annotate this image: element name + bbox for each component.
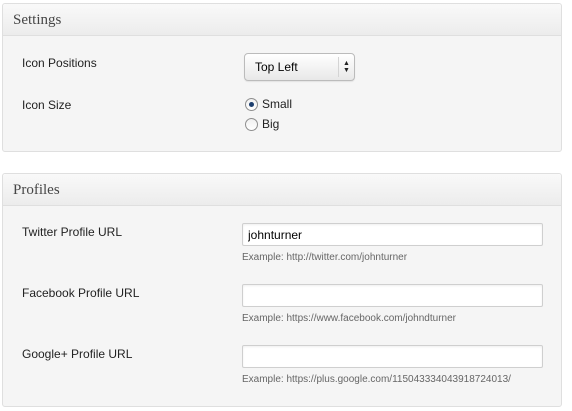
facebook-profile-hint: Example: https://www.facebook.com/johndt… <box>242 313 456 324</box>
icon-positions-label: Icon Positions <box>22 56 97 70</box>
icon-positions-selected-value: Top Left <box>255 60 298 74</box>
google-profile-label: Google+ Profile URL <box>22 347 133 361</box>
twitter-profile-label: Twitter Profile URL <box>22 225 123 239</box>
twitter-profile-input[interactable] <box>242 223 543 246</box>
radio-small-label: Small <box>262 97 293 111</box>
icon-size-option-small[interactable]: Small <box>245 97 292 111</box>
facebook-profile-input[interactable] <box>242 284 543 307</box>
icon-size-option-big[interactable]: Big <box>245 117 279 131</box>
up-down-arrows-icon: ▲ ▼ <box>338 57 354 77</box>
facebook-profile-label: Facebook Profile URL <box>22 286 140 300</box>
icon-positions-select[interactable]: Top Left ▲ ▼ <box>244 53 355 81</box>
icon-size-label: Icon Size <box>22 98 72 112</box>
radio-small[interactable] <box>245 97 258 111</box>
radio-big-label: Big <box>262 117 280 131</box>
google-profile-hint: Example: https://plus.google.com/1150433… <box>242 374 511 385</box>
settings-panel: Settings Icon Positions Top Left ▲ ▼ Icon… <box>2 3 562 152</box>
profiles-panel-title: Profiles <box>3 174 561 206</box>
settings-panel-title: Settings <box>3 4 561 36</box>
radio-big[interactable] <box>245 117 258 131</box>
profiles-panel: Profiles Twitter Profile URL Example: ht… <box>2 173 562 407</box>
twitter-profile-hint: Example: http://twitter.com/johnturner <box>242 252 408 263</box>
google-profile-input[interactable] <box>242 345 543 368</box>
